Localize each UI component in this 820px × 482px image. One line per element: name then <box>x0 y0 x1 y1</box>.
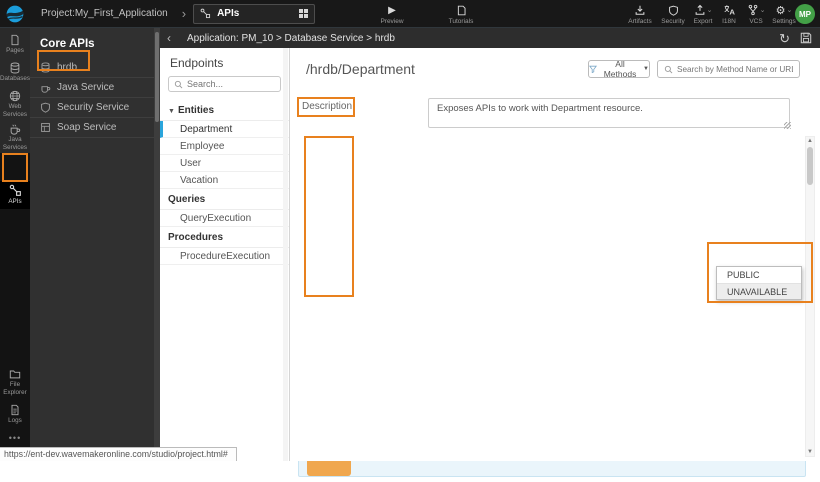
chevron-down-icon: ▼ <box>168 108 175 115</box>
sidebar-item-soap-service[interactable]: Soap Service <box>30 118 154 138</box>
tab-apis-label: APIs <box>217 8 293 19</box>
sidebar-item-pages[interactable]: Pages <box>0 34 30 55</box>
sidebar-item-databases[interactable]: Databases <box>0 62 30 83</box>
gear-icon: ⚙ <box>776 4 786 17</box>
tutorials-button[interactable]: Tutorials <box>442 0 480 28</box>
upload-icon <box>694 4 706 16</box>
user-avatar[interactable]: MP <box>795 4 815 24</box>
play-icon: ▶ <box>388 4 396 17</box>
soap-icon <box>40 122 51 133</box>
api-plug-icon <box>9 184 22 197</box>
endpoint-entity-employee[interactable]: Employee <box>160 138 289 155</box>
top-bar: Project:My_First_Application › APIs ▶ Pr… <box>0 0 820 28</box>
translate-icon: A <box>723 4 735 17</box>
breadcrumb: Application: PM_10 > Database Service > … <box>187 33 395 44</box>
endpoints-panel: Endpoints ▼Entities Department Employee … <box>160 48 290 461</box>
wavemaker-logo-icon[interactable] <box>5 4 25 24</box>
download-icon <box>634 4 646 17</box>
tutorials-doc-icon <box>456 4 467 17</box>
coffee-icon <box>40 82 51 93</box>
database-icon <box>9 62 21 74</box>
security-button[interactable]: Security <box>656 0 690 28</box>
main-content: /hrdb/Department All Methods ▼ Descripti… <box>290 48 820 461</box>
endpoint-entity-department[interactable]: Department <box>160 121 289 138</box>
status-bar-url: https://ent-dev.wavemakeronline.com/stud… <box>0 447 237 461</box>
shield-icon <box>40 102 51 113</box>
endpoints-search-input[interactable] <box>187 79 273 89</box>
i18n-button[interactable]: A I18N <box>716 0 742 28</box>
chevron-down-icon: ⌄ <box>760 6 766 14</box>
artifacts-button[interactable]: Artifacts <box>622 0 658 28</box>
vcs-button[interactable]: ⌄ VCS <box>742 0 770 28</box>
scroll-up-icon[interactable]: ▲ <box>806 138 814 144</box>
methods-filter-dropdown[interactable]: All Methods ▼ <box>588 60 650 78</box>
description-label: Description <box>302 101 352 112</box>
sidebar-item-web-services[interactable]: Web Services <box>0 90 30 119</box>
export-button[interactable]: ⌄ Export <box>686 0 720 28</box>
search-icon <box>174 80 183 89</box>
scrollbar-thumb[interactable] <box>807 147 813 185</box>
chevron-down-icon: ⌄ <box>787 6 793 14</box>
sidebar-item-java-service[interactable]: Java Service <box>30 78 154 98</box>
endpoint-procedure-execution[interactable]: ProcedureExecution <box>160 248 289 265</box>
chevron-down-icon: ⌄ <box>707 6 713 14</box>
shield-icon <box>668 4 679 17</box>
endpoint-query-execution[interactable]: QueryExecution <box>160 210 289 227</box>
sidebar-item-security-service[interactable]: Security Service <box>30 98 154 118</box>
tab-grid-icon[interactable] <box>299 9 308 18</box>
core-apis-sidebar: Core APIs hrdb Java Service Security Ser… <box>30 28 154 461</box>
chevron-down-icon: ▼ <box>643 66 649 72</box>
save-icon[interactable] <box>800 32 812 44</box>
section-entities[interactable]: ▼Entities <box>160 100 289 121</box>
endpoints-search[interactable] <box>168 76 281 92</box>
api-plug-icon <box>200 8 211 19</box>
content-header-bar: ‹ Application: PM_10 > Database Service … <box>160 28 820 48</box>
folder-icon <box>9 368 21 380</box>
branch-icon <box>747 4 759 16</box>
globe-icon <box>9 90 21 102</box>
collapse-panel-icon[interactable]: ‹ <box>167 31 171 45</box>
logs-icon <box>9 404 21 416</box>
sidebar-item-file-explorer[interactable]: File Explorer <box>0 368 30 397</box>
page-title: /hrdb/Department <box>306 61 415 77</box>
coffee-icon <box>9 123 21 135</box>
left-rail: Pages Databases Web Services Java Servic… <box>0 28 30 461</box>
visibility-option-public[interactable]: PUBLIC <box>717 267 801 283</box>
scroll-down-icon[interactable]: ▼ <box>806 449 814 455</box>
tab-apis[interactable]: APIs <box>193 4 315 24</box>
pages-icon <box>9 34 21 46</box>
search-icon <box>664 65 673 74</box>
method-search[interactable] <box>657 60 800 78</box>
project-name: Project:My_First_Application <box>41 8 168 19</box>
chevron-right-icon: › <box>182 6 186 21</box>
more-options-icon[interactable]: ••• <box>0 433 30 443</box>
filter-icon <box>589 65 597 73</box>
method-search-input[interactable] <box>677 65 793 74</box>
main-scrollbar[interactable]: ▲ ▼ <box>805 136 815 457</box>
sidebar-item-java-services[interactable]: Java Services <box>0 123 30 152</box>
description-textarea[interactable]: Exposes APIs to work with Department res… <box>428 98 790 128</box>
visibility-option-unavailable[interactable]: UNAVAILABLE <box>717 283 801 299</box>
sidebar-item-logs[interactable]: Logs <box>0 404 30 425</box>
resize-grip[interactable] <box>784 122 791 129</box>
database-icon <box>40 62 51 73</box>
endpoint-entity-vacation[interactable]: Vacation <box>160 172 289 189</box>
sidebar-item-hrdb[interactable]: hrdb <box>30 58 154 78</box>
endpoints-title: Endpoints <box>160 48 289 76</box>
preview-button[interactable]: ▶ Preview <box>375 0 409 28</box>
section-procedures[interactable]: Procedures <box>160 227 289 248</box>
sidebar-item-apis[interactable]: APIs <box>0 181 30 209</box>
sidebar-title: Core APIs <box>30 28 154 58</box>
visibility-menu: PUBLIC UNAVAILABLE <box>716 266 802 300</box>
sidebar-scrollbar[interactable] <box>154 28 160 461</box>
endpoints-scrollbar[interactable] <box>283 48 288 461</box>
refresh-icon[interactable]: ↻ <box>779 32 790 45</box>
endpoint-entity-user[interactable]: User <box>160 155 289 172</box>
section-queries[interactable]: Queries <box>160 189 289 210</box>
svg-text:A: A <box>729 8 735 16</box>
